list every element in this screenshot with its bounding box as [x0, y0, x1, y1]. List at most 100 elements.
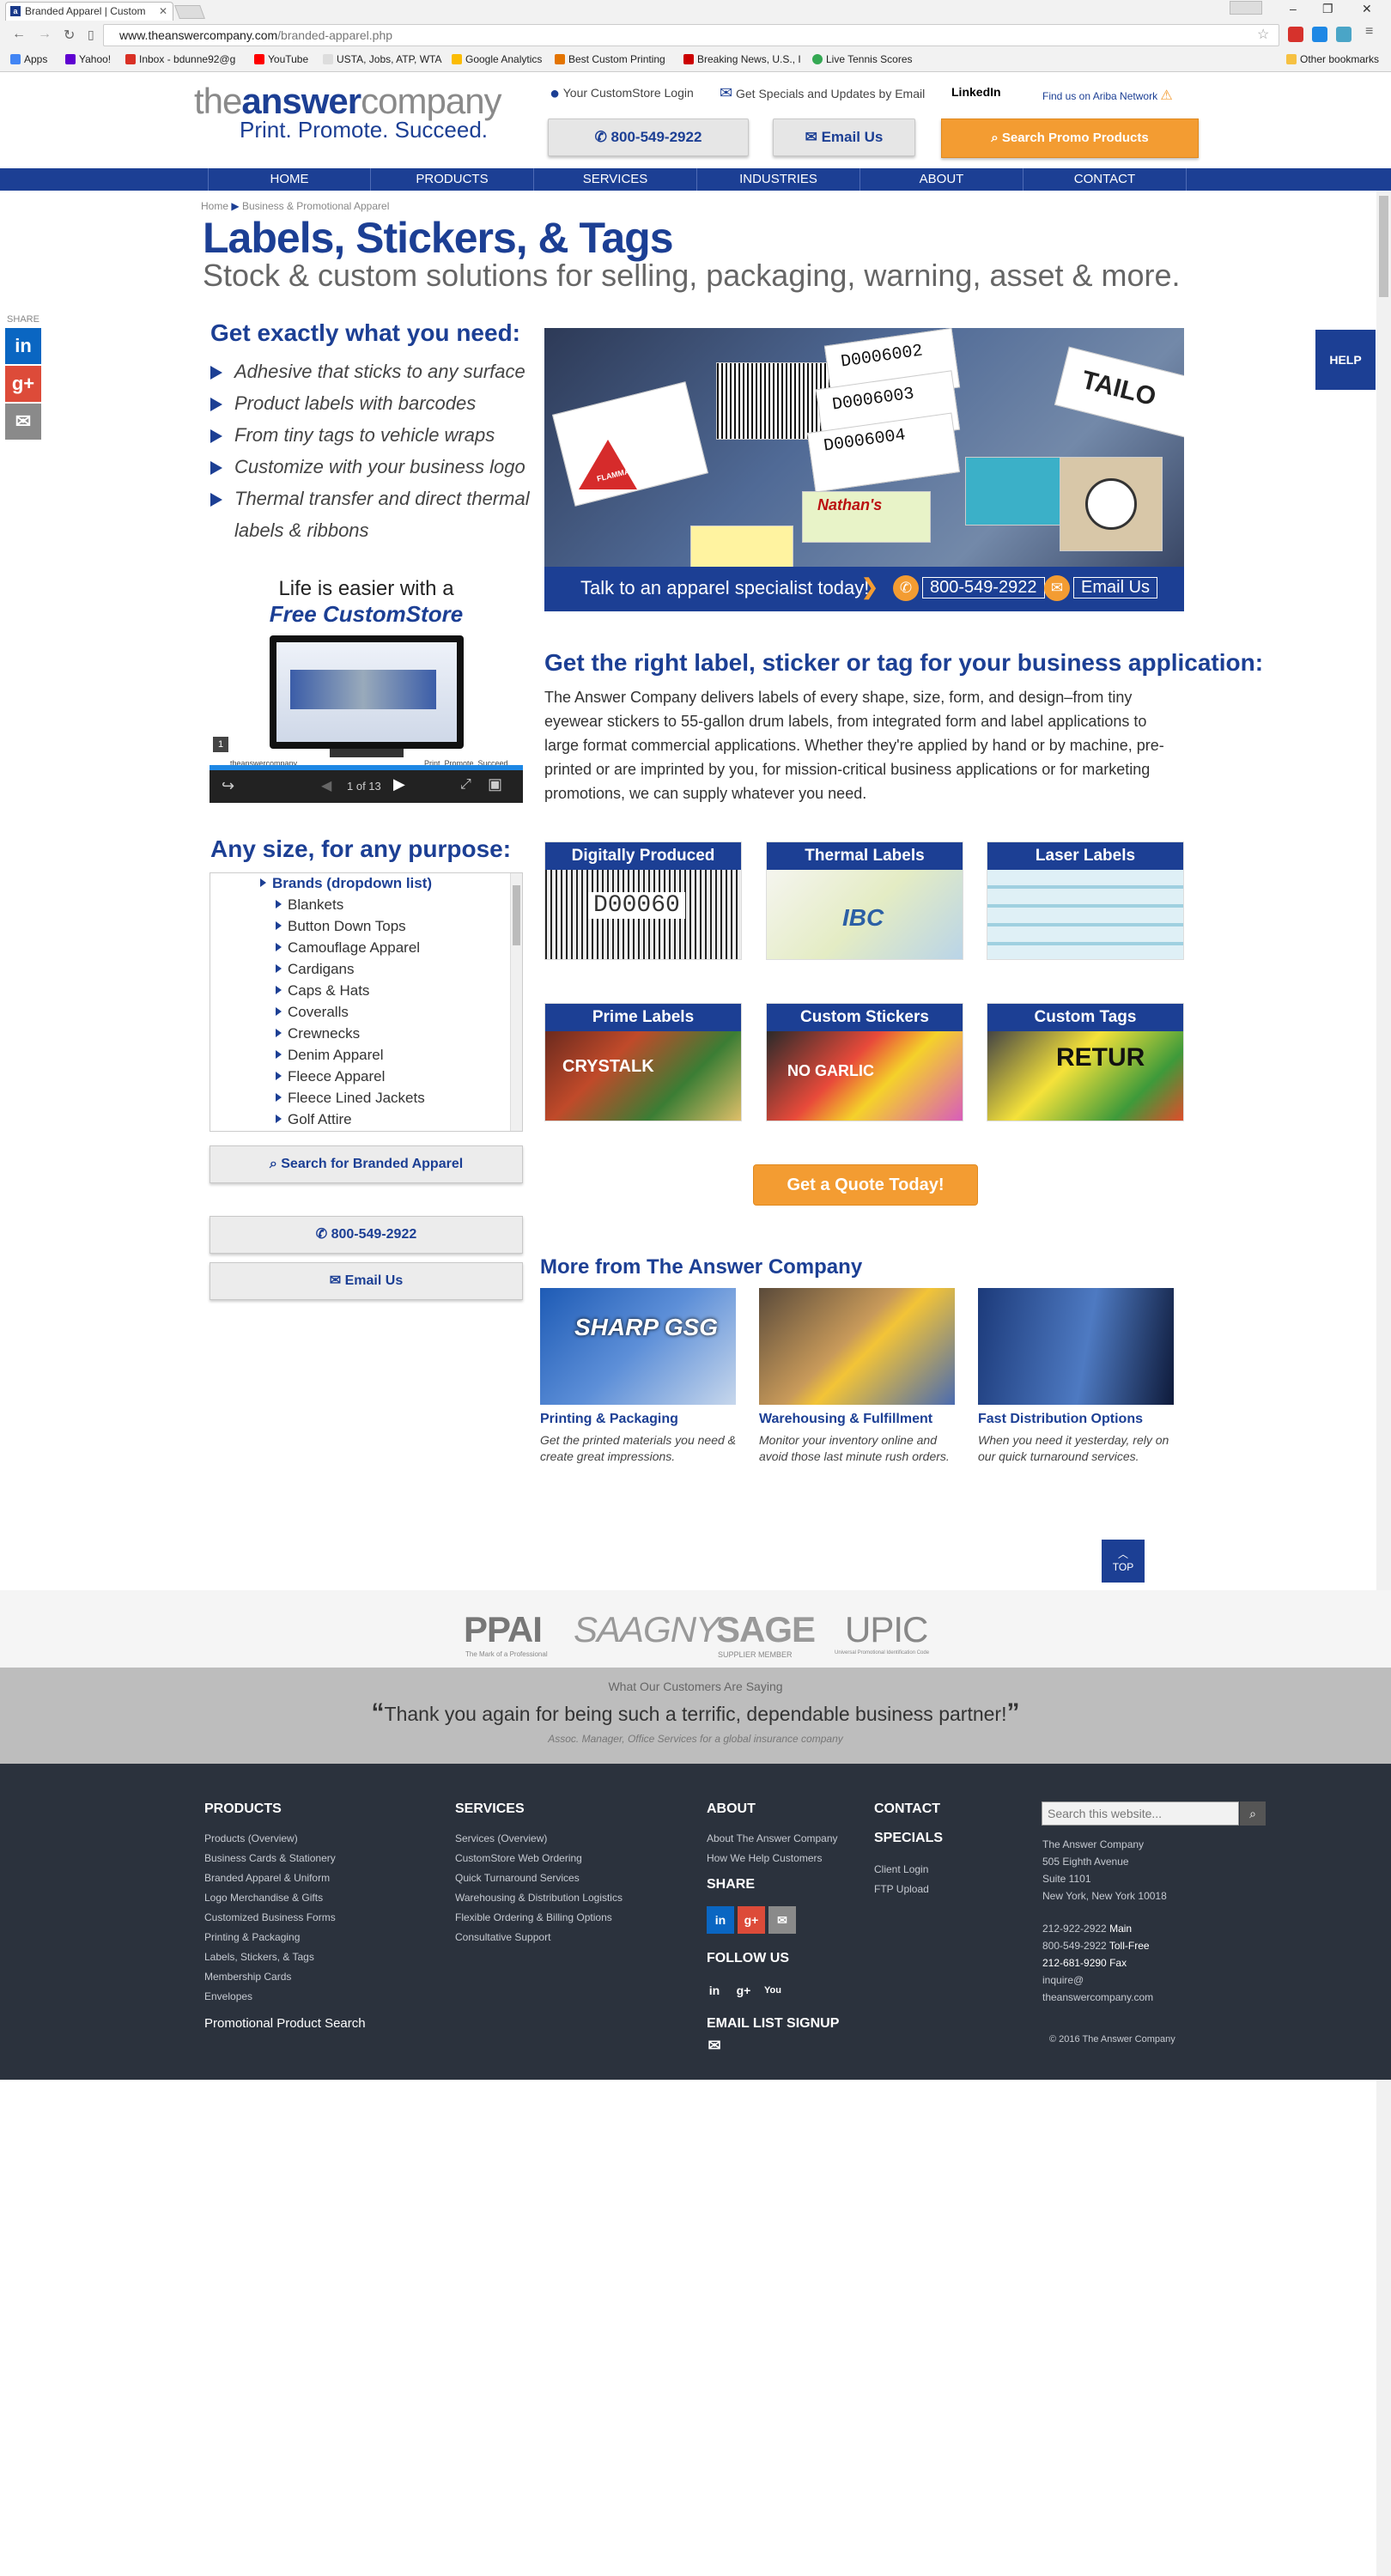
slideshow-viewer[interactable]: Life is easier with a Free CustomStore 1… [210, 568, 523, 803]
tile-laser-labels[interactable]: Laser Labels [987, 841, 1184, 960]
list-item[interactable]: Fleece Lined Jackets [276, 1090, 425, 1107]
bookmark-apps[interactable]: Apps [10, 53, 47, 65]
footer-about-heading[interactable]: ABOUT [707, 1801, 756, 1817]
help-tab[interactable]: HELP [1315, 330, 1376, 390]
more-item-title[interactable]: Fast Distribution Options [978, 1412, 1175, 1427]
list-item[interactable]: Blankets [275, 896, 343, 914]
more-item-distribution[interactable]: Fast Distribution Options When you need … [978, 1288, 1175, 1465]
footer-search-input[interactable]: Search this website... [1042, 1801, 1239, 1826]
bookmark-star-icon[interactable]: ☆ [1257, 26, 1269, 43]
footer-link[interactable]: How We Help Customers [707, 1849, 838, 1868]
linkedin-share-icon[interactable]: in [5, 328, 41, 364]
list-item[interactable]: Coveralls [276, 1004, 349, 1021]
page-scrollbar[interactable] [1376, 191, 1391, 2576]
ariba-link[interactable]: Find us on Ariba Network ⚠ [1042, 87, 1173, 104]
nav-industries[interactable]: INDUSTRIES [697, 168, 860, 191]
left-email-button[interactable]: ✉ Email Us [210, 1262, 523, 1300]
tile-digitally-produced[interactable]: Digitally Produced D00060 [544, 841, 742, 960]
googleplus-follow-icon[interactable]: g+ [732, 1977, 756, 2004]
hero-email-link[interactable]: Email Us [1073, 577, 1158, 598]
share-icon[interactable]: ↪ [222, 777, 234, 795]
browser-tab[interactable]: a Branded Apparel | Custom ✕ [5, 2, 173, 21]
email-share-icon[interactable]: ✉ [768, 1906, 796, 1934]
footer-link[interactable]: Products (Overview) [204, 1829, 336, 1849]
footer-link[interactable]: CustomStore Web Ordering [455, 1849, 623, 1868]
youtube-follow-icon[interactable]: You [761, 1977, 785, 2004]
nav-contact[interactable]: CONTACT [1024, 168, 1187, 191]
back-icon[interactable]: ← [12, 27, 26, 42]
footer-link[interactable]: Client Login [874, 1860, 929, 1880]
list-item[interactable]: Caps & Hats [275, 982, 369, 999]
extension-icon[interactable] [1336, 27, 1352, 42]
bookmark-news[interactable]: Breaking News, U.S., I [683, 53, 801, 65]
tile-thermal-labels[interactable]: Thermal Labels IBC [766, 841, 963, 960]
more-item-printing[interactable]: SHARP GSG Printing & Packaging Get the p… [540, 1288, 738, 1465]
list-scrollbar[interactable] [510, 873, 522, 1131]
footer-link[interactable]: Services (Overview) [455, 1829, 623, 1849]
reload-icon[interactable]: ↻ [64, 27, 75, 44]
list-item[interactable]: Cardigans [276, 961, 355, 978]
googleplus-share-icon[interactable]: g+ [5, 366, 41, 402]
footer-link[interactable]: Warehousing & Distribution Logistics [455, 1888, 623, 1908]
address-bar[interactable]: www.theanswercompany.com/branded-apparel… [103, 24, 1279, 46]
restore-icon[interactable]: ❐ [1322, 2, 1333, 16]
footer-link[interactable]: Flexible Ordering & Billing Options [455, 1908, 623, 1928]
footer-email-link-2[interactable]: theanswercompany.com [1042, 1989, 1167, 2006]
footer-link[interactable]: Envelopes [204, 1987, 336, 2007]
bookmark-other[interactable]: Other bookmarks [1286, 53, 1379, 65]
footer-link[interactable]: Labels, Stickers, & Tags [204, 1947, 336, 1967]
profile-button[interactable] [1230, 1, 1262, 15]
specials-link[interactable]: ✉ Get Specials and Updates by Email [720, 84, 925, 102]
search-promo-button[interactable]: ⌕ Search Promo Products [941, 118, 1199, 158]
site-logo[interactable]: theanswercompany [194, 81, 502, 122]
header-phone-button[interactable]: ✆ 800-549-2922 [548, 118, 749, 156]
footer-link[interactable]: Quick Turnaround Services [455, 1868, 623, 1888]
bookmark-inbox[interactable]: Inbox - bdunne92@g [125, 53, 235, 65]
nav-products[interactable]: PRODUCTS [371, 168, 534, 191]
breadcrumb-current[interactable]: Business & Promotional Apparel [242, 200, 389, 212]
forward-icon[interactable]: → [38, 27, 52, 42]
tile-prime-labels[interactable]: Prime Labels CRYSTALK [544, 1003, 742, 1121]
more-item-title[interactable]: Warehousing & Fulfillment [759, 1412, 957, 1427]
googleplus-share-icon[interactable]: g+ [738, 1906, 765, 1934]
customstore-login-link[interactable]: ● Your CustomStore Login [550, 84, 694, 104]
linkedin-icon[interactable]: ▣ [488, 775, 502, 793]
footer-search-button[interactable]: ⌕ [1240, 1801, 1266, 1826]
brand-list[interactable]: Brands (dropdown list) Blankets Button D… [210, 872, 523, 1132]
get-quote-button[interactable]: Get a Quote Today! [753, 1164, 978, 1206]
list-item[interactable]: Fleece Apparel [275, 1068, 385, 1085]
extension-icon[interactable] [1312, 27, 1327, 42]
list-item[interactable]: Golf Attire [276, 1111, 352, 1128]
list-item[interactable]: Camouflage Apparel [275, 939, 420, 957]
footer-link[interactable]: Consultative Support [455, 1928, 623, 1947]
menu-icon[interactable]: ≡ [1365, 24, 1373, 39]
new-tab-button[interactable] [174, 5, 205, 19]
hero-phone-link[interactable]: 800-549-2922 [922, 577, 1045, 598]
opera-extension-icon[interactable] [1288, 27, 1303, 42]
window-close-icon[interactable]: ✕ [1362, 2, 1372, 16]
tile-custom-tags[interactable]: Custom Tags RETUR [987, 1003, 1184, 1121]
linkedin-share-icon[interactable]: in [707, 1906, 734, 1934]
nav-services[interactable]: SERVICES [534, 168, 697, 191]
phone-main[interactable]: 212-922-2922 [1042, 1923, 1107, 1935]
footer-link[interactable]: Logo Merchandise & Gifts [204, 1888, 336, 1908]
envelope-icon[interactable]: ✉ [702, 2035, 726, 2056]
search-branded-apparel-button[interactable]: ⌕ Search for Branded Apparel [210, 1145, 523, 1183]
footer-link[interactable]: About The Answer Company [707, 1829, 838, 1849]
footer-link[interactable]: FTP Upload [874, 1880, 929, 1899]
back-to-top-button[interactable]: ︿ TOP [1102, 1540, 1145, 1583]
fullscreen-icon[interactable]: ⤢ [460, 777, 471, 793]
bookmark-yahoo[interactable]: Yahoo! [65, 53, 111, 65]
footer-promo-search-link[interactable]: Promotional Product Search [204, 2016, 366, 2031]
nav-home[interactable]: HOME [208, 168, 371, 191]
bookmark-youtube[interactable]: YouTube [254, 53, 308, 65]
bookmark-usta[interactable]: USTA, Jobs, ATP, WTA [323, 53, 441, 65]
page-info-icon[interactable]: ▯ [88, 27, 94, 42]
nav-about[interactable]: ABOUT [860, 168, 1024, 191]
footer-link[interactable]: Printing & Packaging [204, 1928, 336, 1947]
list-item[interactable]: Crewnecks [275, 1025, 360, 1042]
footer-link[interactable]: Membership Cards [204, 1967, 336, 1987]
previous-icon[interactable]: ◀ [321, 777, 331, 794]
next-icon[interactable]: ▶ [393, 775, 405, 793]
tab-close-icon[interactable]: ✕ [159, 3, 167, 20]
